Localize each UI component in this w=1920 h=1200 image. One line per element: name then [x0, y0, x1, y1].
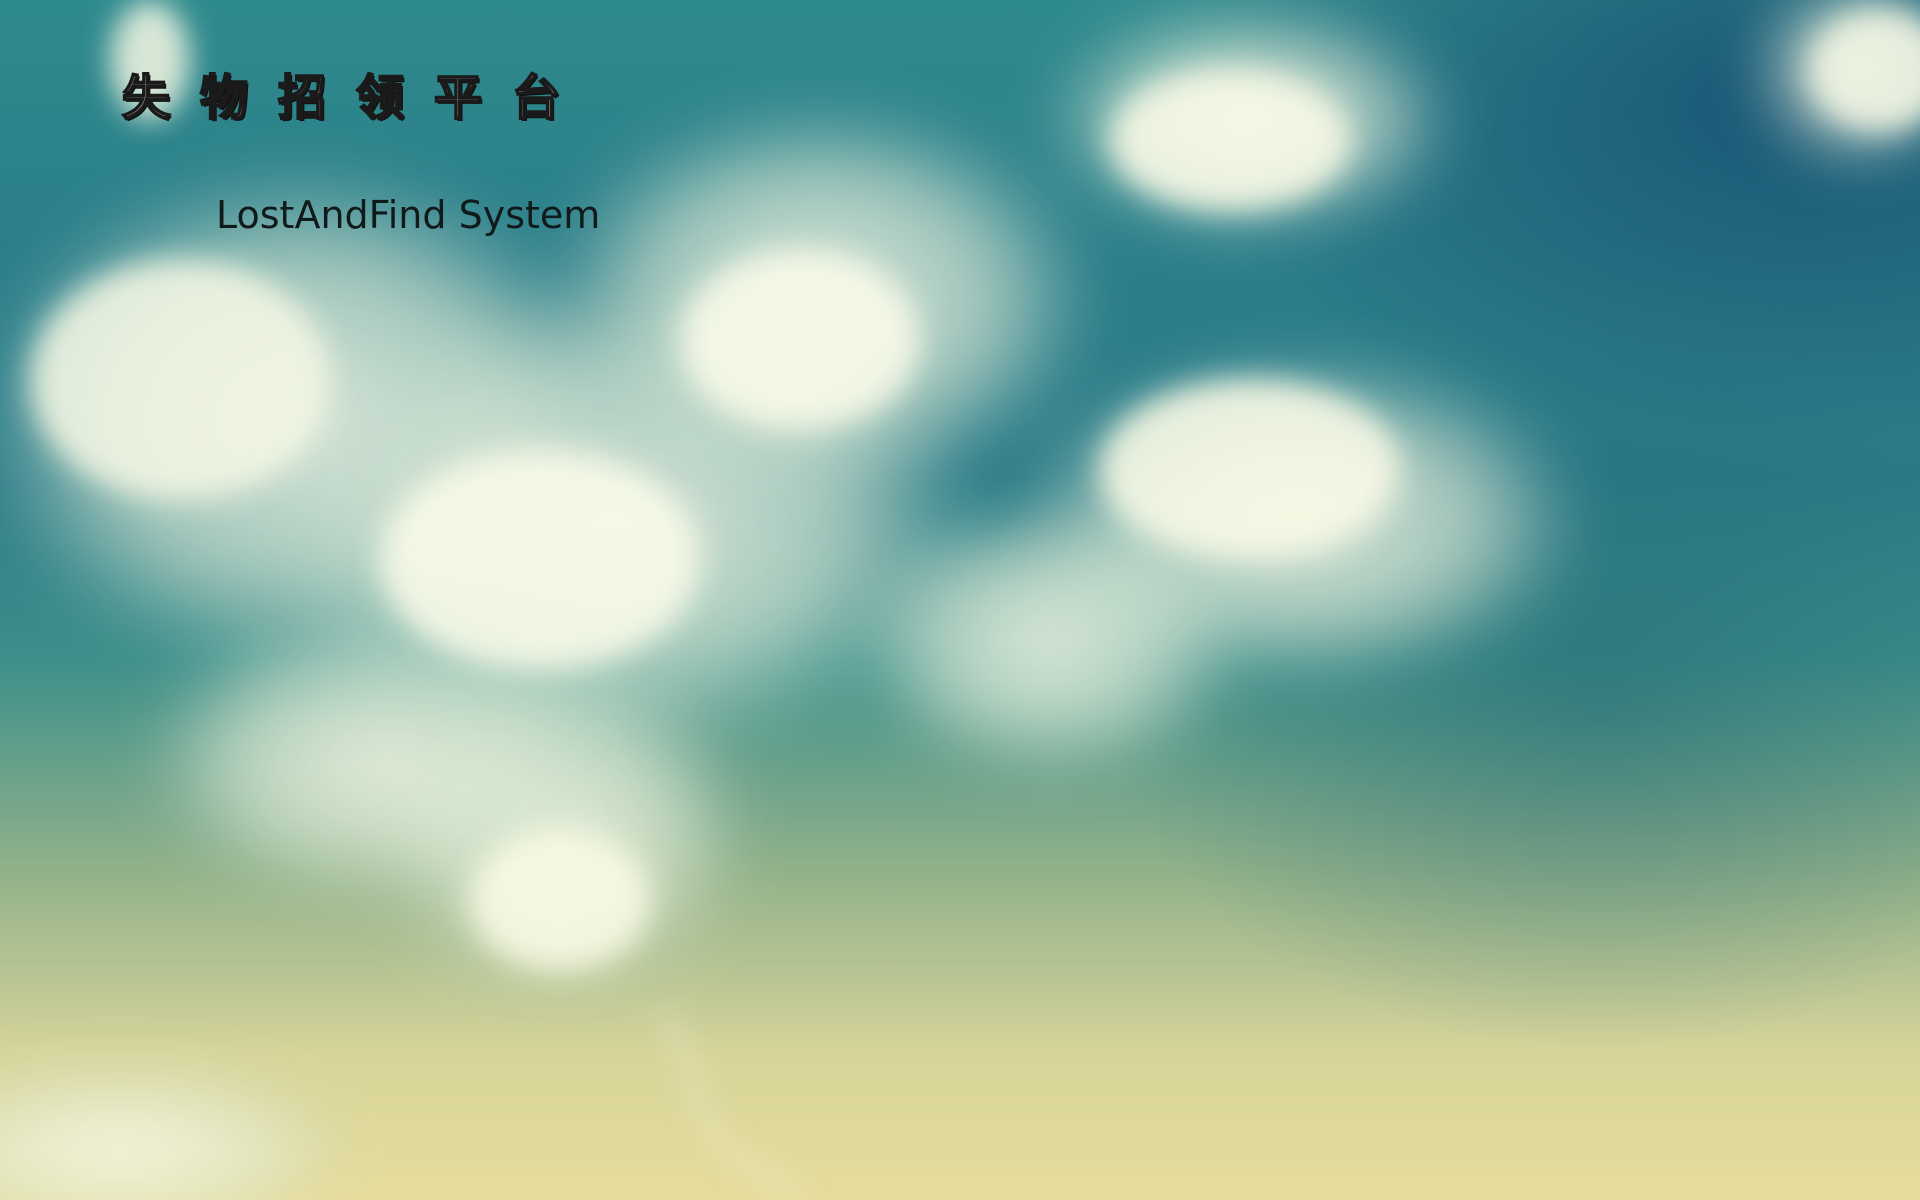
- page-title-chinese: 失物招领平台: [121, 70, 591, 126]
- sky-background: 失物招领平台 LostAndFind System: [0, 0, 1920, 1200]
- page-subtitle-english: LostAndFind System: [216, 193, 601, 237]
- cloud-layer: [0, 0, 1920, 1200]
